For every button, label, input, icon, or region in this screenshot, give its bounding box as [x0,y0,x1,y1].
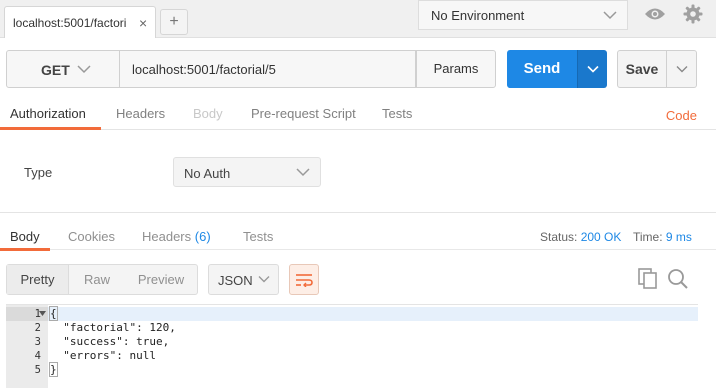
chevron-down-icon [296,168,310,177]
active-response-tab-indicator [0,248,50,251]
search-icon[interactable] [667,268,689,290]
save-button[interactable]: Save [617,50,667,88]
request-tab-title: localhost:5001/factori [13,16,127,30]
active-line-highlight [48,307,698,321]
close-tab-icon[interactable]: × [139,15,147,31]
method-label: GET [41,62,70,78]
time-value: 9 ms [665,230,692,244]
tab-pre-request-script[interactable]: Pre-request Script [251,106,356,121]
send-dropdown-button[interactable] [577,50,607,88]
format-select[interactable]: JSON [208,264,279,295]
format-value: JSON [218,273,253,288]
status-label: Status: [540,230,578,244]
url-input[interactable]: localhost:5001/factorial/5 [120,50,416,88]
chevron-down-icon [676,66,687,73]
headers-count-badge: (6) [194,229,211,244]
top-bar: localhost:5001/factori × + No Environmen… [0,0,716,38]
tab-tests[interactable]: Tests [382,106,412,121]
code-line: "success": true, [50,335,170,348]
code-line: "errors": null [50,349,156,362]
line-number: 3 [34,336,41,348]
response-tab-headers[interactable]: Headers (6) [142,229,211,244]
copy-icon[interactable] [638,268,658,290]
code-line: "factorial": 120, [50,321,176,334]
environment-select[interactable]: No Environment [418,0,628,30]
raw-button[interactable]: Raw [69,265,125,294]
send-button[interactable]: Send [507,50,577,88]
response-headers-label: Headers [142,229,192,244]
response-body-editor[interactable]: 1 2 3 4 5 { "factorial": 120, "success":… [6,304,698,388]
view-mode-group: Pretty Raw Preview [6,264,198,295]
url-text: localhost:5001/factorial/5 [132,62,276,77]
wrap-lines-icon [296,273,313,287]
tab-headers[interactable]: Headers [116,106,165,121]
params-button[interactable]: Params [416,50,496,88]
chevron-down-icon [603,11,617,20]
save-dropdown-button[interactable] [667,50,697,88]
wrap-lines-button[interactable] [289,264,319,295]
code-line: { [49,306,58,321]
environment-label: No Environment [431,8,525,23]
eye-icon[interactable] [640,0,670,28]
fold-arrow-icon[interactable] [39,311,46,317]
response-tab-body[interactable]: Body [10,229,40,244]
time-label: Time: [633,230,663,244]
response-tab-tests[interactable]: Tests [243,229,273,244]
method-select[interactable]: GET [6,50,120,88]
line-number: 2 [34,322,41,334]
gear-icon[interactable] [678,0,708,28]
chevron-down-icon [586,65,599,73]
response-tab-cookies[interactable]: Cookies [68,229,115,244]
status-readout: Status: 200 OK [540,230,621,244]
pretty-button[interactable]: Pretty [7,265,69,294]
new-tab-button[interactable]: + [160,9,188,35]
auth-type-select[interactable]: No Auth [173,157,321,187]
preview-button[interactable]: Preview [125,265,197,294]
response-tabs: Body Cookies Headers (6) Tests Status: 2… [0,212,716,251]
tab-authorization[interactable]: Authorization [10,106,86,121]
code-link[interactable]: Code [666,108,697,123]
chevron-down-icon [77,65,91,74]
status-value: 200 OK [580,230,622,244]
code-line: } [49,362,58,377]
request-tabs: Authorization Headers Body Pre-request S… [0,98,716,130]
active-tab-indicator [0,127,101,130]
auth-type-value: No Auth [184,166,231,181]
tab-body[interactable]: Body [193,106,223,121]
request-tab[interactable]: localhost:5001/factori × [4,6,156,38]
auth-type-label: Type [24,165,53,180]
line-number: 4 [34,350,41,362]
chevron-down-icon [258,276,270,283]
time-readout: Time: 9 ms [633,230,692,244]
line-number: 5 [34,364,41,376]
